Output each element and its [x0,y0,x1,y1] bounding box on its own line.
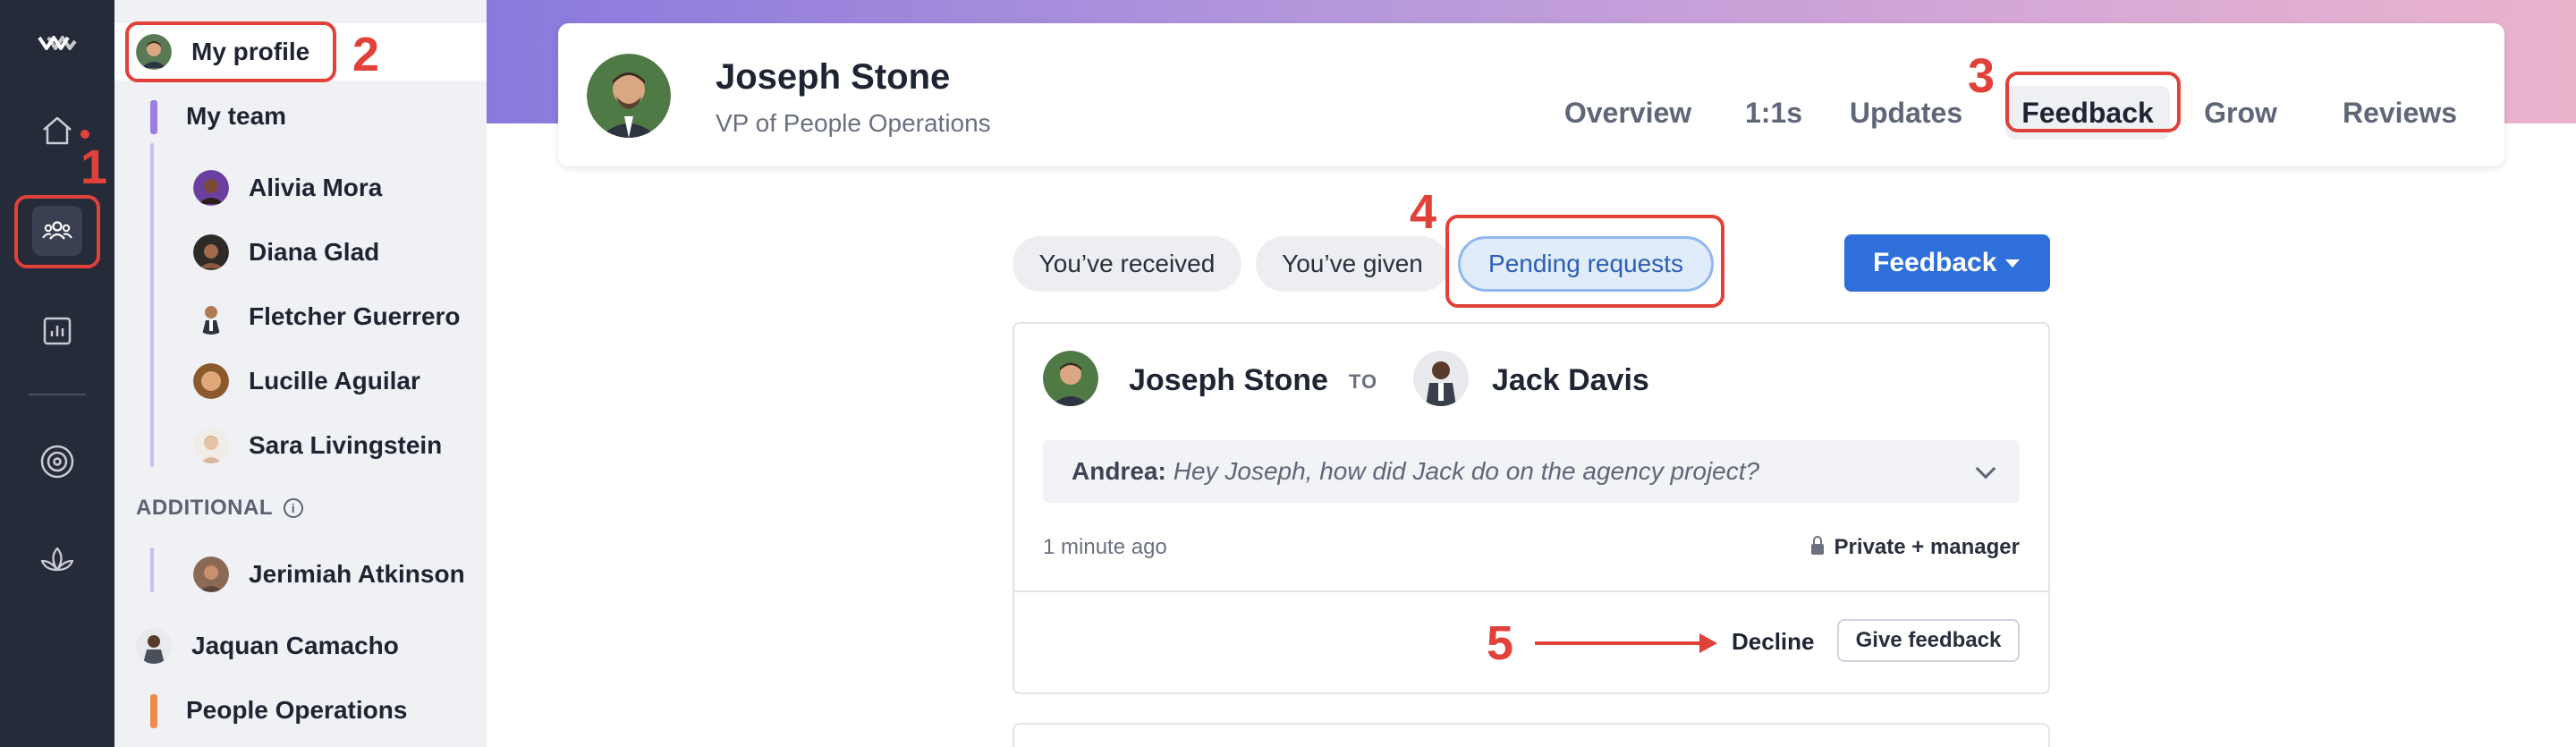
annotation-number-4: 4 [1410,185,1437,239]
annotation-box-1 [14,195,100,268]
sidebar-item-sara-livingstein[interactable]: Sara Livingstein [193,417,442,474]
target-icon[interactable] [32,437,82,487]
next-feedback-card [1013,723,2050,747]
sidebar-item-jerimiah-atkinson[interactable]: Jerimiah Atkinson [193,546,465,603]
sidebar-item-label: Alivia Mora [249,174,383,201]
additional-label: ADDITIONAL [136,496,273,520]
avatar [193,299,229,335]
annotation-box-4 [1445,215,1724,308]
avatar [136,628,172,664]
annotation-number-5: 5 [1487,616,1514,670]
filter-given[interactable]: You’ve given [1256,236,1449,292]
annotation-box-2 [125,21,336,82]
annotation-number-2: 2 [352,28,380,81]
additional-heading: ADDITIONAL i [136,496,303,521]
sidebar-item-label: Diana Glad [249,238,380,266]
annotation-arrow-head [1699,633,1717,653]
avatar [193,428,229,463]
lotus-icon[interactable] [32,537,82,587]
privacy-text: Private + manager [1834,535,2020,559]
people-sidebar: My profile My team Alivia Mora Diana Gla… [114,0,487,747]
requester-name: Andrea: [1072,457,1166,485]
avatar [193,234,229,270]
avatar [193,363,229,399]
icon-rail [0,0,114,747]
profile-role: VP of People Operations [716,109,991,137]
sidebar-item-diana-glad[interactable]: Diana Glad [193,224,379,281]
sidebar-item-label: Fletcher Guerrero [249,302,461,330]
profile-avatar [587,54,671,138]
team-tree-line [150,143,154,467]
app-logo-icon[interactable] [38,30,77,55]
sidebar-item-label: People Operations [186,696,408,724]
chevron-down-icon[interactable] [1975,458,1996,480]
avatar [193,170,229,206]
caret-down-icon [2005,259,2020,267]
annotation-number-3: 3 [1968,49,1996,103]
tab-updates[interactable]: Updates [1839,86,1973,140]
info-icon[interactable]: i [283,498,303,518]
tab-grow[interactable]: Grow [2191,86,2290,140]
sidebar-item-label: Jerimiah Atkinson [249,560,465,588]
lock-icon [1810,536,1824,555]
notification-dot [80,130,89,139]
avatar [1043,351,1098,406]
to-label: TO [1349,370,1378,393]
sidebar-item-people-operations[interactable]: People Operations [186,682,407,739]
give-feedback-button[interactable]: Give feedback [1837,619,2020,662]
sidebar-item-my-team[interactable]: My team [186,88,286,145]
filter-received[interactable]: You’ve received [1013,236,1241,292]
sidebar-item-label: Sara Livingstein [249,431,443,459]
chart-icon[interactable] [32,306,82,356]
avatar [193,556,229,592]
annotation-arrow-line [1535,641,1703,645]
tab-1on1s[interactable]: 1:1s [1733,86,1814,140]
feedback-request-card: Joseph Stone TO Jack Davis Andrea: Hey J… [1013,322,2050,694]
tab-reviews[interactable]: Reviews [2315,86,2485,140]
annotation-number-1: 1 [80,140,108,194]
avatar [1413,351,1469,406]
home-icon[interactable] [32,106,82,156]
rail-divider [29,394,86,395]
feedback-recipient-name: Jack Davis [1492,363,1649,397]
sidebar-item-fletcher-guerrero[interactable]: Fletcher Guerrero [193,288,461,345]
sidebar-item-alivia-mora[interactable]: Alivia Mora [193,159,382,216]
timestamp: 1 minute ago [1043,535,1167,559]
profile-header: Joseph Stone VP of People Operations Ove… [558,23,2504,166]
annotation-box-3 [2005,72,2181,132]
group-marker [150,694,157,728]
request-message[interactable]: Andrea: Hey Joseph, how did Jack do on t… [1043,440,2020,503]
sidebar-item-label: Lucille Aguilar [249,367,420,395]
request-question: Hey Joseph, how did Jack do on the agenc… [1173,457,1760,485]
decline-button[interactable]: Decline [1732,628,1815,656]
tab-overview[interactable]: Overview [1547,86,1708,140]
feedback-button-label: Feedback [1873,248,1997,277]
team-marker [150,100,157,134]
feedback-giver-name: Joseph Stone [1129,363,1328,397]
sidebar-item-jaquan-camacho[interactable]: Jaquan Camacho [136,617,399,675]
sidebar-item-label: My team [186,102,287,130]
profile-name: Joseph Stone [716,57,951,97]
additional-tree-line [150,548,154,592]
card-divider [1014,590,2048,592]
privacy-label: Private + manager [1810,535,2020,560]
sidebar-item-lucille-aguilar[interactable]: Lucille Aguilar [193,352,420,410]
feedback-dropdown-button[interactable]: Feedback [1844,234,2050,292]
sidebar-item-label: Jaquan Camacho [191,632,399,659]
